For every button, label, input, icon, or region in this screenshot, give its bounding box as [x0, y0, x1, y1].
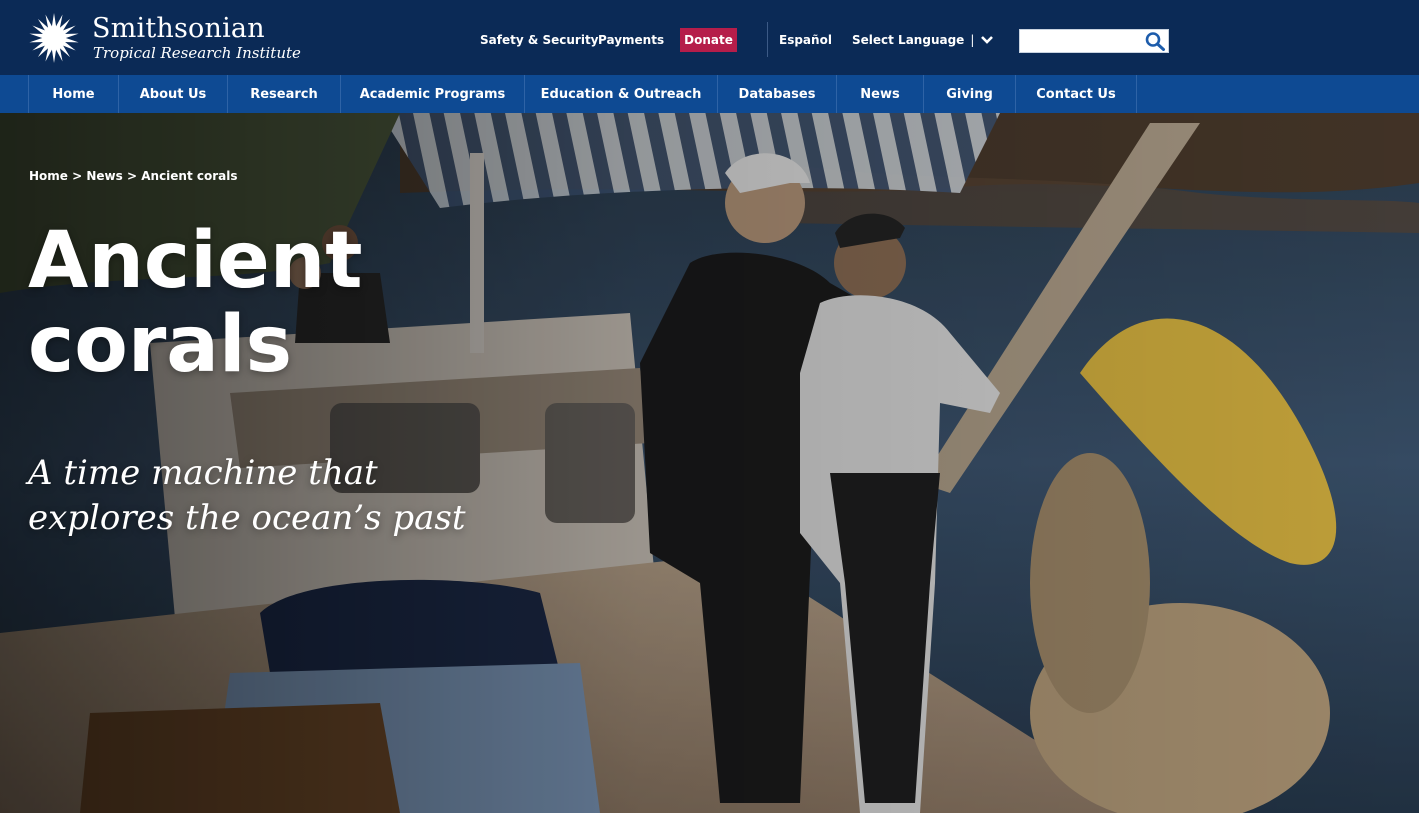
breadcrumb-news[interactable]: News — [86, 169, 122, 183]
nav-item-databases[interactable]: Databases — [718, 75, 837, 113]
payments-link[interactable]: Payments — [598, 33, 664, 47]
nav-item-contact-us[interactable]: Contact Us — [1016, 75, 1137, 113]
safety-security-link[interactable]: Safety & Security — [480, 33, 599, 47]
top-bar: Smithsonian Tropical Research Institute … — [0, 0, 1419, 75]
espanol-link[interactable]: Español — [779, 33, 832, 47]
nav-item-giving[interactable]: Giving — [924, 75, 1016, 113]
brand-name: Smithsonian — [92, 13, 265, 44]
sunburst-icon — [29, 13, 79, 63]
nav-item-research[interactable]: Research — [228, 75, 341, 113]
hero: Home > News > Ancient corals Ancient cor… — [0, 113, 1419, 813]
search-box — [1019, 29, 1169, 53]
breadcrumb-current: Ancient corals — [141, 169, 238, 183]
breadcrumb: Home > News > Ancient corals — [29, 169, 238, 183]
nav-item-home[interactable]: Home — [29, 75, 119, 113]
breadcrumb-separator: > — [126, 169, 138, 183]
donate-button[interactable]: Donate — [680, 28, 737, 52]
nav-item-news[interactable]: News — [837, 75, 924, 113]
nav-item-about-us[interactable]: About Us — [119, 75, 228, 113]
nav-item-academic-programs[interactable]: Academic Programs — [341, 75, 525, 113]
brand-subtitle: Tropical Research Institute — [93, 44, 301, 62]
breadcrumb-separator: > — [72, 169, 83, 183]
language-selector-label: Select Language — [852, 33, 965, 47]
main-nav-list: Home About Us Research Academic Programs… — [28, 75, 1137, 113]
utility-divider — [767, 22, 768, 57]
page-title: Ancient corals — [28, 216, 363, 390]
language-selector[interactable]: Select Language | — [852, 33, 994, 47]
search-icon[interactable] — [1144, 31, 1166, 51]
breadcrumb-home[interactable]: Home — [29, 169, 68, 183]
main-nav: Home About Us Research Academic Programs… — [0, 75, 1419, 113]
search-input[interactable] — [1020, 30, 1142, 52]
chevron-down-icon — [981, 36, 994, 44]
nav-item-education-outreach[interactable]: Education & Outreach — [525, 75, 718, 113]
language-separator: | — [970, 33, 975, 47]
page-subtitle: A time machine that explores the ocean’s… — [28, 453, 466, 538]
